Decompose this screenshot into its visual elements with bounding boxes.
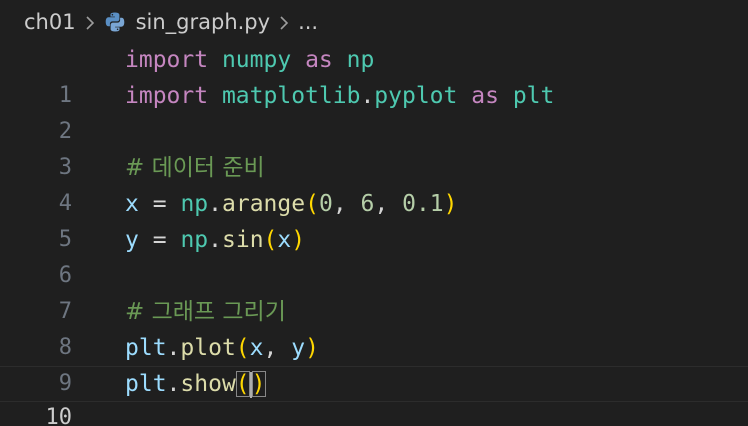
code-token: ( [235, 335, 250, 361]
line-content[interactable]: # 데이터 준비 [125, 150, 265, 186]
code-line-current[interactable]: 10 plt.show() [0, 366, 748, 426]
code-token: y [291, 335, 306, 361]
breadcrumb-more[interactable]: ... [298, 10, 318, 34]
code-token: x [277, 227, 292, 253]
code-token: ) [443, 191, 458, 217]
line-content[interactable]: y = np.sin(x) [125, 222, 305, 258]
code-token: x [125, 191, 139, 217]
code-token: matplotlib [221, 83, 361, 109]
line-content[interactable]: x = np.arange(0, 6, 0.1) [125, 186, 458, 222]
code-token: import [125, 83, 209, 109]
code-token: ( [305, 191, 319, 217]
code-line[interactable]: 5 x = np.arange(0, 6, 0.1) [0, 186, 748, 252]
breadcrumb: ch01 sin_graph.py ... [24, 8, 318, 36]
line-number: 10 [45, 405, 73, 426]
code-token: plt [125, 335, 167, 361]
code-token: ) [305, 335, 319, 361]
code-token: show [180, 371, 236, 397]
code-token: , [263, 335, 278, 361]
code-line[interactable]: 9 plt.plot(x, y) [0, 330, 748, 396]
code-token: plt [125, 371, 167, 397]
code-token: pyplot [374, 83, 458, 109]
code-line[interactable]: 6 y = np.sin(x) [0, 222, 748, 288]
bracket-match: ) [251, 371, 266, 397]
code-token: np [346, 47, 375, 73]
python-icon [104, 11, 126, 33]
code-token: as [305, 47, 333, 73]
line-content[interactable]: # 그래프 그리기 [125, 294, 286, 330]
code-token: , [332, 191, 347, 217]
code-token: np [180, 227, 209, 253]
code-token: , [374, 191, 389, 217]
code-token: 0.1 [402, 191, 444, 217]
code-comment: # 데이터 준비 [125, 155, 265, 181]
code-token: . [166, 335, 181, 361]
code-token: numpy [221, 47, 292, 73]
code-token: = [152, 227, 167, 253]
code-line[interactable]: 4 # 데이터 준비 [0, 150, 748, 216]
code-token: import [125, 47, 209, 73]
code-line[interactable]: 1 import numpy as np [0, 42, 748, 108]
code-token: ) [291, 227, 306, 253]
code-line[interactable]: 8 # 그래프 그리기 [0, 294, 748, 360]
code-token: . [166, 371, 181, 397]
code-token: 6 [360, 191, 375, 217]
bracket-match: ( [235, 371, 250, 397]
code-token: . [208, 227, 222, 253]
code-token: sin [222, 227, 264, 253]
code-area[interactable]: 1 import numpy as np 2 import matplotlib… [0, 42, 748, 426]
chevron-right-icon [270, 10, 298, 34]
chevron-right-icon [76, 10, 104, 34]
code-token: x [249, 335, 264, 361]
code-token: as [471, 83, 499, 109]
line-content[interactable]: plt.plot(x, y) [125, 330, 319, 366]
code-line[interactable]: 3 [0, 114, 748, 180]
code-token: arange [222, 191, 306, 217]
line-content[interactable]: import numpy as np [125, 42, 374, 78]
code-token: 0 [318, 191, 333, 217]
code-token: ( [263, 227, 278, 253]
breadcrumb-file[interactable]: sin_graph.py [136, 10, 271, 34]
code-token: plot [180, 335, 236, 361]
line-content[interactable]: import matplotlib.pyplot as plt [125, 78, 554, 114]
code-line[interactable]: 7 [0, 258, 748, 324]
breadcrumb-folder[interactable]: ch01 [24, 10, 76, 34]
code-token: . [208, 191, 222, 217]
code-token: . [360, 83, 375, 109]
code-token: = [152, 191, 167, 217]
code-token: plt [512, 83, 555, 109]
code-token: y [125, 227, 139, 253]
line-content[interactable]: plt.show() [125, 367, 266, 401]
code-line[interactable]: 2 import matplotlib.pyplot as plt [0, 78, 748, 144]
code-comment: # 그래프 그리기 [125, 299, 286, 325]
code-editor[interactable]: ch01 sin_graph.py ... 1 import numpy as … [0, 0, 748, 426]
code-token: np [180, 191, 209, 217]
